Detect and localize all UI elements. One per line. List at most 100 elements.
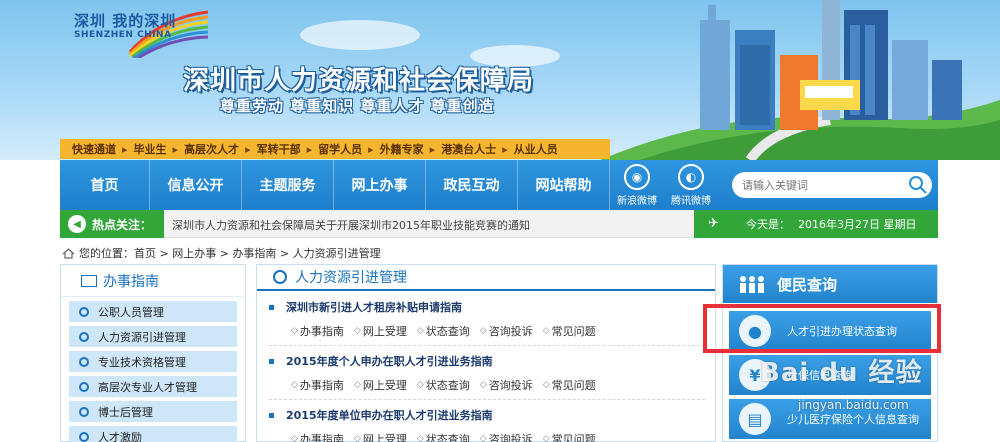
quick-link-overseas-returnees[interactable]: 留学人员 [318, 141, 362, 157]
sidebar-item-high-level-talent[interactable]: 高层次专业人才管理 [69, 376, 237, 397]
service-title: 深圳市新引进人才租房补贴申请指南 [286, 301, 462, 314]
link-faq[interactable]: ◇ 常见问题 [543, 431, 596, 442]
logo-chinese-text: 深圳 我的深圳 [74, 12, 177, 30]
speaker-icon: ◀ [68, 215, 86, 233]
red-highlight-box [703, 304, 941, 353]
sidebar-item-talent-incentives[interactable]: 人才激励 [69, 426, 237, 442]
sina-weibo-label: 新浪微博 [617, 195, 657, 207]
nav-home[interactable]: 首页 [60, 160, 150, 210]
service-title-row[interactable]: 深圳市新引进人才租房补贴申请指南 [269, 299, 606, 315]
tencent-weibo-label: 腾讯微博 [671, 195, 711, 207]
document-icon: ▤ [739, 403, 771, 435]
location-pin-icon [79, 356, 89, 367]
link-service-guide[interactable]: ◇ 办事指南 [291, 431, 344, 442]
watermark-url: jingyan.baidu.com [798, 398, 909, 412]
quick-link-high-level-talent[interactable]: 高层次人才 [184, 141, 239, 157]
breadcrumb-current[interactable]: 人力资源引进管理 [293, 245, 381, 261]
link-online-acceptance[interactable]: ◇ 网上受理 [354, 323, 407, 339]
breadcrumb-service-guide[interactable]: 办事指南 [232, 245, 276, 261]
nav-theme-services[interactable]: 主题服务 [242, 160, 334, 210]
divider [269, 345, 705, 346]
quick-link-employees[interactable]: 从业人员 [514, 141, 558, 157]
sidebar-item-label: 博士后管理 [98, 405, 153, 419]
tencent-weibo-icon: ◐ [678, 163, 704, 190]
service-title-row[interactable]: 2015年度个人申办在职人才引进业务指南 [269, 353, 606, 369]
nav-public-interaction[interactable]: 政民互动 [426, 160, 518, 210]
hot-news-headline[interactable]: 深圳市人力资源和社会保障局关于开展深圳市2015年职业技能竞赛的通知 [172, 217, 530, 233]
tencent-weibo-link[interactable]: ◐ 腾讯微博 [664, 160, 718, 210]
link-faq[interactable]: ◇ 常见问题 [543, 377, 596, 393]
nav-site-help[interactable]: 网站帮助 [518, 160, 610, 210]
location-pin-icon [79, 406, 89, 417]
sidebar-item-label: 公职人员管理 [98, 305, 164, 319]
service-title: 2015年度单位申办在职人才引进业务指南 [286, 409, 493, 422]
gear-icon [273, 270, 287, 284]
breadcrumb: 您的位置： 首页 > 网上办事 > 办事指南 > 人力资源引进管理 [62, 245, 381, 261]
bullet-icon [269, 358, 274, 364]
link-service-guide[interactable]: ◇ 办事指南 [291, 323, 344, 339]
link-status-query[interactable]: ◇ 状态查询 [417, 431, 470, 442]
quick-link-foreign-experts[interactable]: 外籍专家 [380, 141, 424, 157]
home-icon [62, 247, 75, 259]
link-consultation[interactable]: ◇ 咨询投诉 [480, 323, 533, 339]
date-label: 今天是： [746, 218, 790, 231]
link-online-acceptance[interactable]: ◇ 网上受理 [354, 377, 407, 393]
service-links: ◇ 办事指南 ◇ 网上受理 ◇ 状态查询 ◇ 咨询投诉 ◇ 常见问题 [291, 431, 606, 442]
arrow-icon: ◇ [353, 326, 361, 336]
sidebar-item-public-officials[interactable]: 公职人员管理 [69, 301, 237, 322]
link-status-query[interactable]: ◇ 状态查询 [417, 323, 470, 339]
arrow-icon: ◇ [542, 326, 550, 336]
hot-news-bar: ◀ 热点关注： 深圳市人力资源和社会保障局关于开展深圳市2015年职业技能竞赛的… [60, 210, 938, 238]
sidebar-item-professional-qualification[interactable]: 专业技术资格管理 [69, 351, 237, 372]
sidebar-header: 办事指南 [61, 265, 245, 297]
nav-info-disclosure[interactable]: 信息公开 [150, 160, 242, 210]
hot-news-label: 热点关注： [92, 217, 153, 232]
header-banner: 深圳 我的深圳 SHENZHEN CHINA 深圳市人力资源和社会保障局 尊重劳… [0, 0, 1000, 160]
service-item: 深圳市新引进人才租房补贴申请指南 ◇ 办事指南 ◇ 网上受理 ◇ 状态查询 ◇ 咨询投诉… [269, 299, 606, 339]
sidebar-item-talent-introduction[interactable]: 人力资源引进管理 [69, 326, 237, 347]
sidebar-item-postdoctoral[interactable]: 博士后管理 [69, 401, 237, 422]
main-title: 人力资源引进管理 [295, 270, 407, 286]
breadcrumb-online-services[interactable]: 网上办事 [172, 245, 216, 261]
link-status-query[interactable]: ◇ 状态查询 [417, 377, 470, 393]
service-item: 2015年度个人申办在职人才引进业务指南 ◇ 办事指南 ◇ 网上受理 ◇ 状态查询 ◇… [269, 353, 606, 393]
sidebar-item-label: 高层次专业人才管理 [98, 380, 197, 394]
service-title: 2015年度个人申办在职人才引进业务指南 [286, 355, 493, 368]
arrow-icon: ◇ [291, 434, 298, 442]
date-value: 2016年3月27日 星期日 [798, 218, 917, 231]
link-service-guide[interactable]: ◇ 办事指南 [291, 377, 344, 393]
organization-slogan: 尊重劳动 尊重知识 尊重人才 尊重创造 [220, 97, 495, 115]
search-input[interactable] [742, 178, 902, 192]
bullet-icon [269, 304, 274, 310]
service-links: ◇ 办事指南 ◇ 网上受理 ◇ 状态查询 ◇ 咨询投诉 ◇ 常见问题 [291, 323, 606, 339]
sidebar-item-label: 人力资源引进管理 [98, 330, 186, 344]
service-title-row[interactable]: 2015年度单位申办在职人才引进业务指南 [269, 407, 606, 423]
convenience-query-title: 便民查询 [777, 275, 838, 294]
watermark-brand: Bai du 经验 [760, 358, 923, 388]
location-pin-icon [79, 381, 89, 392]
search-icon[interactable] [908, 175, 928, 195]
breadcrumb-home[interactable]: 首页 [134, 245, 156, 261]
quick-link-hk-macau-taiwan[interactable]: 港澳台人士 [441, 141, 496, 157]
quick-link-graduates[interactable]: 毕业生 [134, 141, 167, 157]
organization-title[interactable]: 深圳市人力资源和社会保障局 [183, 60, 534, 97]
nav-online-services[interactable]: 网上办事 [334, 160, 426, 210]
arrow-icon: ◇ [479, 380, 487, 390]
bullet-icon [269, 412, 274, 418]
child-medical-query-label: 少儿医疗保险个人信息查询 [787, 413, 919, 426]
link-online-acceptance[interactable]: ◇ 网上受理 [354, 431, 407, 442]
location-pin-icon [79, 331, 89, 342]
link-consultation[interactable]: ◇ 咨询投诉 [480, 377, 533, 393]
sina-weibo-link[interactable]: ◉ 新浪微博 [610, 160, 664, 210]
sidebar-item-label: 人才激励 [98, 430, 142, 442]
link-faq[interactable]: ◇ 常见问题 [543, 323, 596, 339]
breadcrumb-prefix: 您的位置： [79, 247, 134, 260]
link-consultation[interactable]: ◇ 咨询投诉 [480, 431, 533, 442]
sidebar-item-label: 专业技术资格管理 [98, 355, 186, 369]
arrow-icon: ◇ [479, 326, 487, 336]
book-icon [81, 274, 97, 287]
logo-english-text: SHENZHEN CHINA [74, 30, 172, 40]
airplane-icon: ✈ [708, 216, 719, 231]
quick-link-military-cadres[interactable]: 军转干部 [257, 141, 301, 157]
arrow-icon: ◇ [542, 434, 550, 442]
